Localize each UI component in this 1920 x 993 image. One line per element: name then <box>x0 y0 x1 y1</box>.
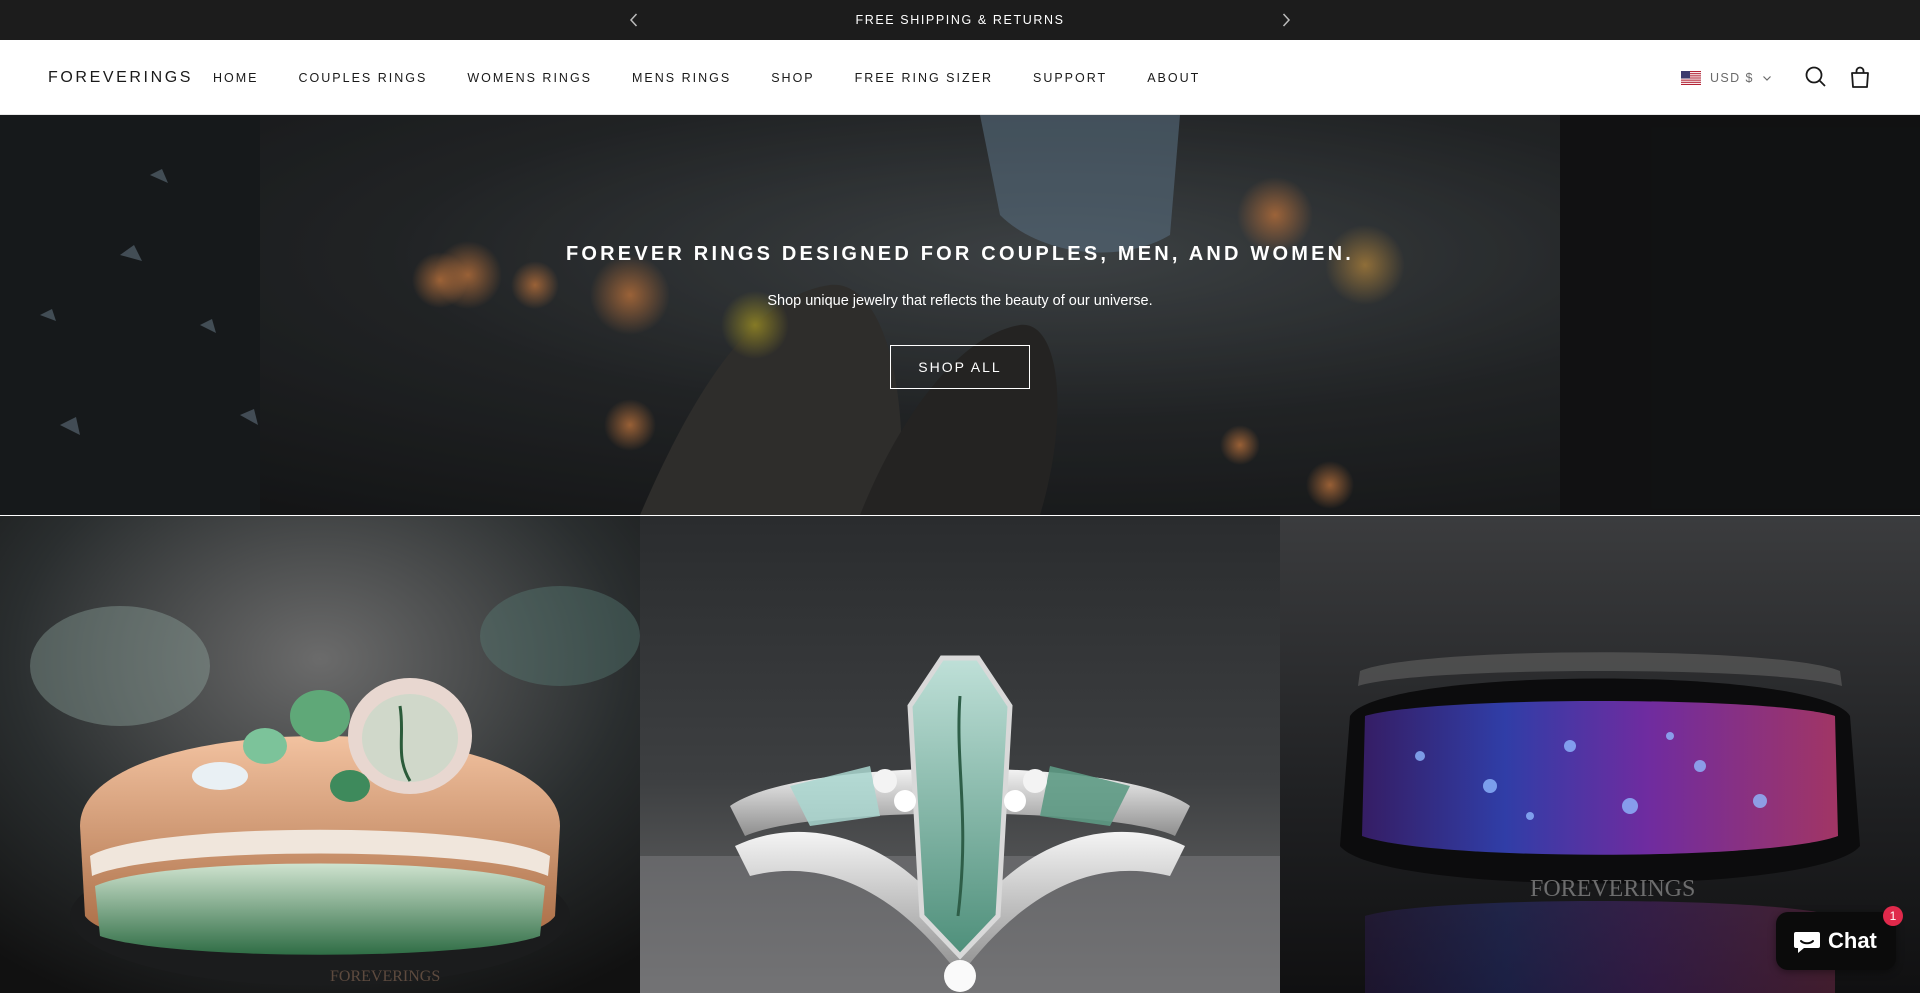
chat-button[interactable]: Chat <box>1776 912 1896 970</box>
currency-selector[interactable]: USD $ <box>1681 40 1772 115</box>
nav-about[interactable]: ABOUT <box>1147 71 1200 85</box>
currency-label: USD $ <box>1710 70 1754 85</box>
chat-notification-badge: 1 <box>1883 906 1903 926</box>
nav-shop[interactable]: SHOP <box>771 71 814 85</box>
site-header: FOREVERINGS HOME COUPLES RINGS WOMENS RI… <box>0 40 1920 115</box>
silver-ring-image <box>640 516 1280 993</box>
rose-gold-ring-image: FOREVERINGS <box>0 516 640 993</box>
chat-label: Chat <box>1828 928 1877 953</box>
nav-womens-rings[interactable]: WOMENS RINGS <box>467 71 592 85</box>
hero-banner: FOREVER RINGS DESIGNED FOR COUPLES, MEN,… <box>0 115 1920 515</box>
product-tiles: FOREVERINGS FOREVERINGS <box>0 516 1920 993</box>
site-logo[interactable]: FOREVERINGS <box>48 40 193 115</box>
tile-silver-moss-agate-ring[interactable] <box>640 516 1280 993</box>
shopping-bag-icon[interactable] <box>1847 64 1873 90</box>
nav-free-ring-sizer[interactable]: FREE RING SIZER <box>855 71 993 85</box>
hero-overlay <box>0 115 1920 515</box>
tile-rose-gold-moss-agate-ring[interactable]: FOREVERINGS <box>0 516 640 993</box>
tile3-watermark: FOREVERINGS <box>1530 876 1695 902</box>
chevron-down-icon <box>1762 75 1771 81</box>
nav-home[interactable]: HOME <box>213 71 259 85</box>
nav-couples-rings[interactable]: COUPLES RINGS <box>299 71 428 85</box>
main-nav: HOME COUPLES RINGS WOMENS RINGS MENS RIN… <box>213 40 1240 115</box>
nav-mens-rings[interactable]: MENS RINGS <box>632 71 731 85</box>
announcement-text: FREE SHIPPING & RETURNS <box>855 13 1065 27</box>
us-flag-icon <box>1681 70 1701 85</box>
tile1-watermark: FOREVERINGS <box>330 968 440 985</box>
announcement-bar: FREE SHIPPING & RETURNS <box>0 0 1920 40</box>
hero-title: FOREVER RINGS DESIGNED FOR COUPLES, MEN,… <box>565 243 1355 265</box>
chevron-right-icon[interactable] <box>1274 8 1298 32</box>
chat-bubble-icon <box>1794 932 1820 953</box>
hero-subtitle: Shop unique jewelry that reflects the be… <box>767 293 1153 309</box>
search-icon[interactable] <box>1803 64 1829 90</box>
shop-all-button[interactable]: SHOP ALL <box>890 345 1030 389</box>
nav-support[interactable]: SUPPORT <box>1033 71 1107 85</box>
